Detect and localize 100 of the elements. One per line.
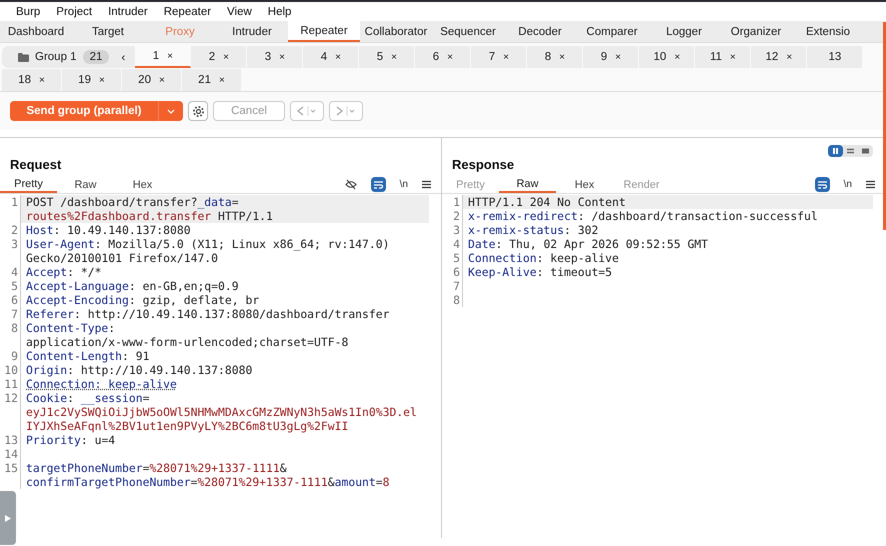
request-tab[interactable]: 1 × xyxy=(135,46,192,68)
dropdown-button[interactable] xyxy=(158,101,183,121)
view-tab[interactable]: Pretty xyxy=(0,176,57,193)
panel-title: Request xyxy=(10,157,62,172)
code-line: Accept-Encoding: gzip, deflate, br xyxy=(26,293,260,307)
code-line: Content-Length: 91 xyxy=(26,349,150,363)
main-tab[interactable]: Dashboard xyxy=(0,21,72,42)
view-tab[interactable]: Raw xyxy=(499,176,556,193)
request-tab[interactable]: 8 × xyxy=(527,46,584,68)
count-badge: 21 xyxy=(82,50,110,64)
menu-item[interactable]: Project xyxy=(48,6,100,18)
main-tab[interactable]: Target xyxy=(72,21,144,42)
menu-icon[interactable] xyxy=(422,180,431,189)
request-tab[interactable]: 7 × xyxy=(471,46,528,68)
code-line: application/x-www-form-urlencoded;charset=UTF-8 xyxy=(26,335,350,349)
request-tab[interactable]: 20 × xyxy=(122,69,182,91)
main-tab[interactable]: Sequencer xyxy=(432,21,504,42)
main-tab[interactable]: Decoder xyxy=(504,21,576,42)
request-tab[interactable]: 5 × xyxy=(359,46,416,68)
request-tab[interactable]: 6 × xyxy=(415,46,472,68)
line-number: 6 xyxy=(10,293,19,307)
code-line: routes%2Fdashboard.transfer HTTP/1.1 xyxy=(26,209,274,223)
main-tab[interactable]: Comparer xyxy=(576,21,648,42)
line-number: 2 xyxy=(10,223,19,237)
tab-group[interactable]: Group 1 21 ‹ xyxy=(2,46,136,68)
view-tab[interactable]: Raw xyxy=(57,176,114,193)
code-line: Accept: */* xyxy=(26,265,102,279)
side-handle[interactable] xyxy=(0,491,16,545)
newline-toggle[interactable]: \n xyxy=(400,179,408,190)
request-tab[interactable]: 18 × xyxy=(2,69,62,91)
newline-toggle[interactable]: \n xyxy=(844,179,852,190)
play-icon xyxy=(5,514,11,522)
line-number: 6 xyxy=(452,265,461,279)
menu-item[interactable]: Intruder xyxy=(100,6,156,18)
menu-item[interactable]: Repeater xyxy=(156,6,220,18)
request-tab[interactable]: 3 × xyxy=(247,46,304,68)
line-number: 12 xyxy=(3,391,19,407)
request-tab[interactable]: 4 × xyxy=(303,46,360,68)
request-tab[interactable]: 13 xyxy=(807,46,864,68)
eye-slash-icon[interactable] xyxy=(344,179,357,190)
line-number: 10 xyxy=(3,363,19,377)
settings-button[interactable] xyxy=(188,101,208,121)
menu-item[interactable]: Help xyxy=(260,6,300,18)
wrap-icon[interactable] xyxy=(370,177,386,192)
code-line: x-remix-redirect: /dashboard/transaction-successful xyxy=(468,209,819,223)
code-line: Connection: keep-alive xyxy=(26,377,178,391)
code-line: POST /dashboard/transfer?_data= xyxy=(26,195,240,209)
code-line: Referer: http://10.49.140.137:8080/dashboard/transfer xyxy=(26,307,390,321)
menu-icon[interactable] xyxy=(866,180,875,189)
line-number: 3 xyxy=(10,237,19,253)
layout-icon xyxy=(831,147,840,155)
group-name: Group 1 xyxy=(35,51,77,63)
code-line: targetPhoneNumber=%28071%29+1337-1111& xyxy=(26,461,288,475)
code-line: x-remix-status: 302 xyxy=(468,223,600,237)
code-line: Priority: u=4 xyxy=(26,433,116,447)
request-tab[interactable]: 21 × xyxy=(182,69,242,91)
code-line: User-Agent: Mozilla/5.0 (X11; Linux x86_64; rv:147.0) xyxy=(26,237,390,251)
code-line: eyJ1c2VySWQiOiJjbW5oOWl5NHMwMDAxcGMzZWNyN3h5aWs1In0%3D.el xyxy=(26,405,418,419)
code-line: Origin: http://10.49.140.137:8080 xyxy=(26,363,254,377)
code-line: IYJXhSeAFqnl%2BV1ut1en9PVyLY%2BC6m8tU3gLg%2FwII xyxy=(26,419,350,433)
wrap-icon[interactable] xyxy=(814,177,830,192)
layout-button[interactable] xyxy=(828,145,843,157)
main-tab[interactable]: Logger xyxy=(648,21,720,42)
request-tab[interactable]: 9 × xyxy=(583,46,640,68)
line-number: 11 xyxy=(3,377,19,391)
main-tab[interactable]: Intruder xyxy=(216,21,288,42)
line-number: 1 xyxy=(10,195,19,211)
code-line: Connection: keep-alive xyxy=(468,251,620,265)
line-number: 8 xyxy=(452,293,461,307)
line-number: 7 xyxy=(10,307,19,321)
code-line: Accept-Language: en-GB,en;q=0.9 xyxy=(26,279,240,293)
request-tab[interactable]: 12 × xyxy=(751,46,808,68)
request-tab[interactable]: 2 × xyxy=(191,46,248,68)
line-number: 8 xyxy=(10,321,19,337)
code-line: Cookie: __session= xyxy=(26,391,150,405)
line-number: 5 xyxy=(10,279,19,293)
menu-item[interactable]: Burp xyxy=(8,6,48,18)
layout-icon xyxy=(846,147,855,155)
menu-item[interactable]: View xyxy=(219,6,260,18)
view-tab[interactable]: Hex xyxy=(114,176,171,193)
gear-icon xyxy=(192,104,204,118)
code-line: Keep-Alive: timeout=5 xyxy=(468,265,614,279)
line-number: 13 xyxy=(3,433,19,447)
main-tab[interactable]: Collaborator xyxy=(360,21,432,42)
request-tab[interactable]: 10 × xyxy=(639,46,696,68)
request-tab[interactable]: 11 × xyxy=(695,46,752,68)
line-number: 2 xyxy=(452,209,461,223)
collapse-button[interactable]: ‹ xyxy=(121,50,126,64)
view-tab[interactable]: Hex xyxy=(556,176,613,193)
code-line: Host: 10.49.140.137:8080 xyxy=(26,223,192,237)
line-number: 5 xyxy=(452,251,461,265)
main-tab[interactable]: Organizer xyxy=(720,21,792,42)
panel-title: Response xyxy=(452,157,514,172)
line-number: 4 xyxy=(10,265,19,279)
main-tab[interactable]: Extensio xyxy=(792,21,864,42)
layout-icon xyxy=(861,147,870,155)
main-tab[interactable]: Repeater xyxy=(288,21,360,42)
chevron-down-icon xyxy=(167,108,175,114)
code-line: Content-Type: xyxy=(26,321,116,335)
request-tab[interactable]: 19 × xyxy=(62,69,122,91)
